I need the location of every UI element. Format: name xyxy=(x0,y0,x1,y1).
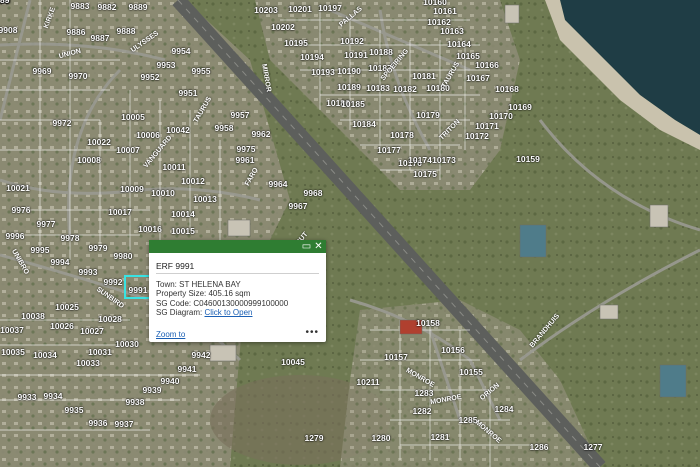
sgdiagram-link[interactable]: Click to Open xyxy=(204,308,252,317)
sgcode-label: SG Code: xyxy=(156,298,192,308)
map-view[interactable]: 9883 9882 9889 9886 9887 9888 9908 9969 9970 9954… xyxy=(0,0,700,467)
size-label: Property Size: xyxy=(156,289,207,299)
close-icon[interactable]: ✕ xyxy=(313,241,324,252)
popup-header: ▭ ✕ xyxy=(149,240,326,253)
sgdiagram-row: SG Diagram: Click to Open xyxy=(156,308,288,317)
popup-attributes: Town: ST HELENA BAY Property Size: 405.1… xyxy=(156,280,288,318)
town-label: Town: xyxy=(156,280,177,289)
size-value: 405.16 sqm xyxy=(208,289,251,299)
parcel-info-popup: ▭ ✕ ERF 9991 Town: ST HELENA BAY Propert… xyxy=(149,240,326,342)
zoom-to-link[interactable]: Zoom to xyxy=(156,330,185,339)
popup-title: ERF 9991 xyxy=(156,261,195,271)
size-row: Property Size: 405.16 sqm xyxy=(156,289,288,298)
sgcode-value: C04600130000999100000 xyxy=(193,298,289,308)
town-value: ST HELENA BAY xyxy=(179,280,241,289)
popup-footer: Zoom to ••• xyxy=(156,327,319,339)
town-row: Town: ST HELENA BAY xyxy=(156,280,288,289)
sgdiagram-label: SG Diagram: xyxy=(156,308,203,318)
sgcode-row: SG Code: C04600130000999100000 xyxy=(156,299,288,308)
aerial-imagery xyxy=(0,0,700,467)
more-options-icon[interactable]: ••• xyxy=(305,327,319,338)
popup-divider xyxy=(156,273,319,274)
maximize-icon[interactable]: ▭ xyxy=(301,241,312,252)
